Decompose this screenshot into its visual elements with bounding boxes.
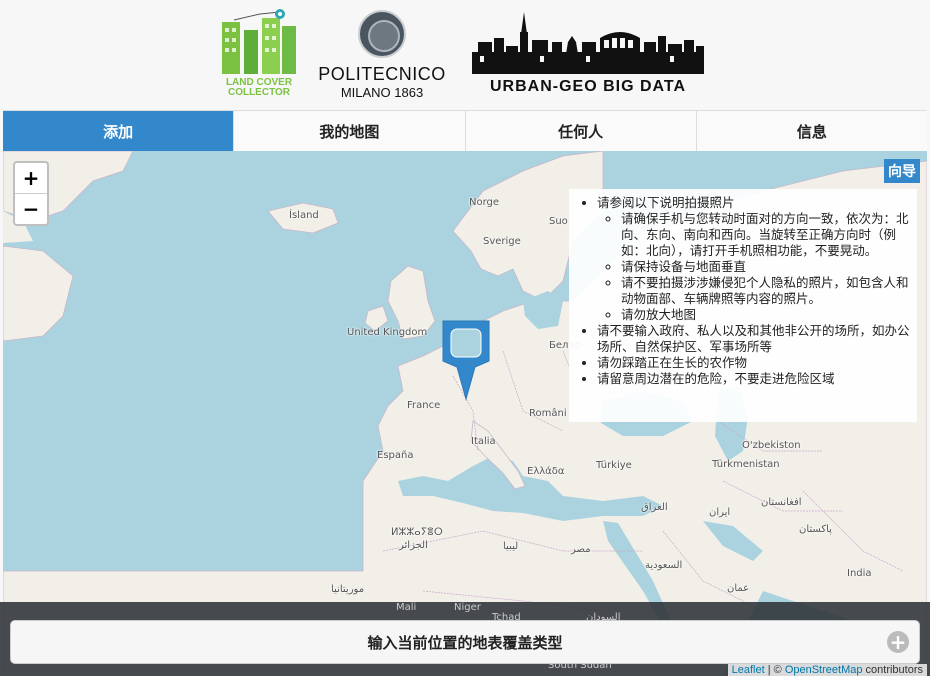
instruction-subitem: 请确保手机与您转动时面对的方向一致，依次为：北向、东向、南向和西向。当旋转至正确… <box>621 211 911 259</box>
map-label-afghanistan: افغانستان <box>761 497 802 508</box>
plus-circle-icon: + <box>887 631 909 653</box>
app-header: LAND COVER COLLECTOR POLITECNICO MILANO 1… <box>0 0 930 110</box>
instruction-item: 请留意周边潜在的危险，不要走进危险区域 <box>597 371 911 387</box>
osm-link[interactable]: OpenStreetMap <box>785 664 863 676</box>
map-label-algeria-tifinagh: ⵍⵣⵣⴰⵢⴻⵔ <box>391 527 443 538</box>
map-view[interactable]: Ísland Norge Sverige Suo United Kingdom … <box>3 151 927 676</box>
map-label-egypt: مصر <box>571 544 591 555</box>
ugbd-logo-text: URBAN-GEO BIG DATA <box>489 78 687 95</box>
map-label-india: India <box>847 568 872 579</box>
main-tabs: 添加 我的地图 任何人 信息 <box>3 110 927 152</box>
map-label-iceland: Ísland <box>289 210 319 221</box>
map-label-iraq: العراق <box>641 502 668 513</box>
tab-info[interactable]: 信息 <box>695 111 927 151</box>
urban-geo-big-data-logo: URBAN-GEO BIG DATA <box>470 12 706 100</box>
zoom-out-button[interactable]: − <box>15 193 47 224</box>
land-cover-collector-logo: LAND COVER COLLECTOR <box>218 8 300 104</box>
map-label-spain: España <box>377 450 414 461</box>
map-label-finland: Suo <box>549 216 568 227</box>
map-label-turkmenistan: Türkmenistan <box>712 459 780 470</box>
instructions-panel: 请参阅以下说明拍摄照片 请确保手机与您转动时面对的方向一致，依次为：北向、东向、… <box>569 189 917 422</box>
instruction-item: 请不要输入政府、私人以及和其他非公开的场所，如办公场所、自然保护区、军事场所等 <box>597 323 911 355</box>
polimi-seal-icon <box>358 10 406 58</box>
enter-land-cover-label: 输入当前位置的地表覆盖类型 <box>367 633 563 652</box>
instruction-text: 请参阅以下说明拍摄照片 <box>597 195 735 210</box>
map-label-france: France <box>407 400 441 411</box>
instruction-subitem: 请不要拍摄涉涉嫌侵犯个人隐私的照片，如包含人和动物面部、车辆牌照等内容的照片。 <box>621 275 911 307</box>
polimi-subtitle: MILANO 1863 <box>340 85 424 100</box>
enter-land-cover-button[interactable]: 输入当前位置的地表覆盖类型 + <box>10 620 920 664</box>
tab-anyone[interactable]: 任何人 <box>464 111 696 151</box>
map-label-oman: عمان <box>727 583 750 594</box>
zoom-control: + − <box>13 161 49 226</box>
map-label-uzbekistan: O'zbekiston <box>742 440 801 451</box>
polimi-name: POLITECNICO <box>318 64 446 84</box>
attribution-contributors: contributors <box>862 664 923 676</box>
zoom-in-button[interactable]: + <box>15 163 47 193</box>
politecnico-logo: POLITECNICO MILANO 1863 <box>314 10 450 102</box>
tab-my-map[interactable]: 我的地图 <box>233 111 464 151</box>
map-label-mauritania: موريتانيا <box>331 584 365 595</box>
instruction-subitem: 请勿放大地图 <box>621 307 911 323</box>
map-label-turkey: Türkiye <box>596 460 632 471</box>
map-label-sweden: Sverige <box>483 236 521 247</box>
map-label-greece: Ελλάδα <box>527 466 565 477</box>
map-label-pakistan: پاکستان <box>799 524 832 535</box>
map-label-niger: Niger <box>454 602 481 613</box>
map-attribution: Leaflet | © OpenStreetMap contributors <box>727 664 927 676</box>
map-label-italy: Italia <box>471 436 496 447</box>
map-label-algeria-arabic: الجزائر <box>399 540 428 551</box>
leaflet-link[interactable]: Leaflet <box>732 664 765 676</box>
instruction-item: 请参阅以下说明拍摄照片 请确保手机与您转动时面对的方向一致，依次为：北向、东向、… <box>597 195 911 323</box>
lcc-logo-text: LAND COVER COLLECTOR <box>225 77 293 98</box>
map-label-libya: ليبيا <box>503 541 519 552</box>
tab-add[interactable]: 添加 <box>3 111 234 151</box>
map-label-saudi: السعودية <box>645 560 683 571</box>
map-label-romania: Români <box>529 408 567 419</box>
location-marker-icon[interactable] <box>437 315 495 405</box>
map-label-norway: Norge <box>469 197 500 208</box>
attribution-separator: | © <box>764 664 785 676</box>
instruction-item: 请勿踩踏正在生长的农作物 <box>597 355 911 371</box>
map-label-iran: ایران <box>709 507 731 518</box>
map-label-uk: United Kingdom <box>347 327 428 338</box>
map-label-mali: Mali <box>396 602 417 613</box>
guide-button[interactable]: 向导 <box>884 159 920 183</box>
instruction-subitem: 请保持设备与地面垂直 <box>621 259 911 275</box>
